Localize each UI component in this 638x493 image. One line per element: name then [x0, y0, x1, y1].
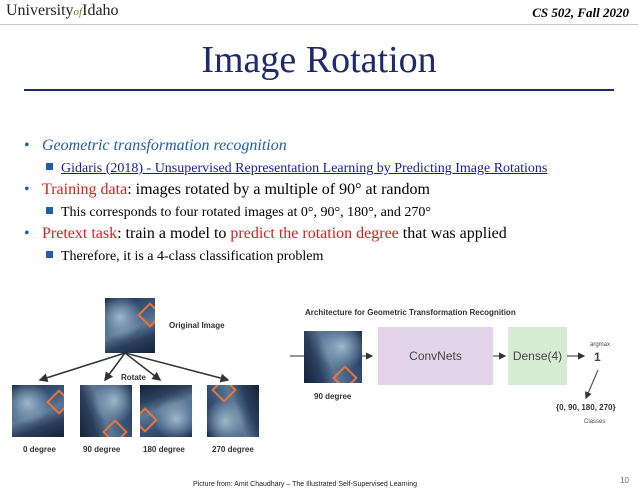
original-image-label: Original Image	[169, 321, 225, 330]
degree-label-270: 270 degree	[212, 445, 254, 454]
arrow-output-to-classes	[585, 369, 599, 400]
dense-label: Dense(4)	[512, 349, 563, 363]
predicted-class: 1	[594, 350, 601, 364]
arrow-to-0	[38, 352, 126, 383]
rotated-image-180	[140, 385, 192, 437]
input-degree-label: 90 degree	[314, 392, 352, 401]
rotate-label: Rotate	[121, 373, 146, 382]
degree-label-90: 90 degree	[83, 445, 121, 454]
dense-block: Dense(4)	[508, 327, 567, 385]
picture-credit: Picture from: Amit Chaudhary – The Illus…	[193, 481, 417, 488]
classes-label: Classes	[584, 419, 606, 425]
input-image-90	[304, 331, 362, 383]
argmax-label: argmax	[590, 342, 611, 348]
original-image	[105, 298, 155, 353]
page-number: 10	[620, 476, 629, 485]
convnets-block: ConvNets	[378, 327, 493, 385]
rotated-image-90	[80, 385, 132, 437]
convnets-label: ConvNets	[409, 349, 462, 363]
degree-label-0: 0 degree	[23, 445, 56, 454]
classes-set: {0, 90, 180, 270}	[556, 403, 616, 412]
architecture-heading: Architecture for Geometric Transformatio…	[305, 308, 516, 317]
rotated-image-270	[207, 385, 259, 437]
degree-label-180: 180 degree	[143, 445, 185, 454]
rotated-image-0	[12, 385, 64, 437]
